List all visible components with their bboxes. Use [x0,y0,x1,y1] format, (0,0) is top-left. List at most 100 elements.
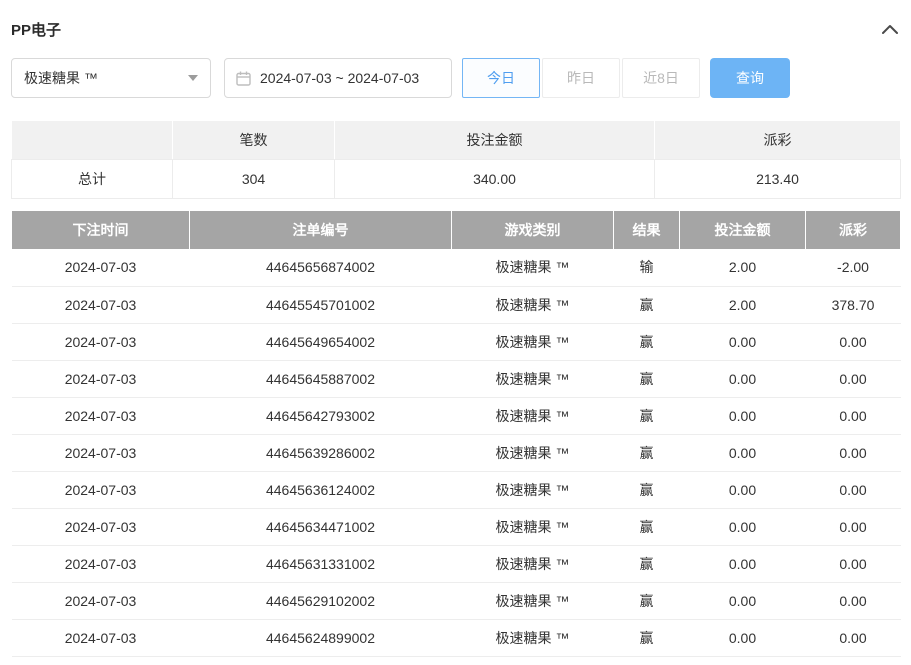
cell-order: 44645545701002 [190,286,452,323]
query-button[interactable]: 查询 [710,58,790,98]
bet-records-table: 下注时间 注单编号 游戏类别 结果 投注金额 派彩 2024-07-03 446… [11,211,901,657]
cell-game: 极速糖果 ™ [452,286,614,323]
cell-game: 极速糖果 ™ [452,323,614,360]
table-row: 2024-07-03 44645545701002 极速糖果 ™ 赢 2.00 … [12,286,901,323]
cell-order: 44645649654002 [190,323,452,360]
cell-game: 极速糖果 ™ [452,397,614,434]
cell-bet: 2.00 [680,286,806,323]
cell-order: 44645642793002 [190,397,452,434]
summary-total-bet: 340.00 [335,160,655,199]
today-button[interactable]: 今日 [462,58,540,98]
chevron-down-icon [188,75,198,81]
cell-payout: 0.00 [806,508,901,545]
cell-result: 赢 [614,286,680,323]
cell-result: 赢 [614,619,680,656]
cell-payout: 0.00 [806,397,901,434]
cell-date: 2024-07-03 [12,434,190,471]
cell-date: 2024-07-03 [12,582,190,619]
col-header-payout: 派彩 [806,211,901,249]
cell-date: 2024-07-03 [12,619,190,656]
table-row: 2024-07-03 44645634471002 极速糖果 ™ 赢 0.00 … [12,508,901,545]
col-header-game-type: 游戏类别 [452,211,614,249]
cell-bet: 2.00 [680,249,806,286]
cell-result: 赢 [614,582,680,619]
cell-game: 极速糖果 ™ [452,249,614,286]
cell-payout: 0.00 [806,323,901,360]
collapse-button[interactable] [880,22,900,36]
cell-order: 44645631331002 [190,545,452,582]
cell-date: 2024-07-03 [12,360,190,397]
summary-header-bet: 投注金额 [335,121,655,160]
cell-order: 44645645887002 [190,360,452,397]
table-row: 2024-07-03 44645624899002 极速糖果 ™ 赢 0.00 … [12,619,901,656]
cell-payout: 378.70 [806,286,901,323]
date-range-picker[interactable]: 2024-07-03 ~ 2024-07-03 [224,58,452,98]
filter-bar: 极速糖果 ™ 2024-07-03 ~ 2024-07-03 今日 昨日 近8日… [11,58,900,98]
cell-result: 赢 [614,360,680,397]
cell-result: 赢 [614,471,680,508]
table-row: 2024-07-03 44645639286002 极速糖果 ™ 赢 0.00 … [12,434,901,471]
cell-payout: 0.00 [806,619,901,656]
col-header-bet-time: 下注时间 [12,211,190,249]
cell-date: 2024-07-03 [12,471,190,508]
summary-total-payout: 213.40 [655,160,901,199]
summary-header-payout: 派彩 [655,121,901,160]
summary-header-count: 笔数 [173,121,335,160]
col-header-order-id: 注单编号 [190,211,452,249]
cell-payout: 0.00 [806,582,901,619]
calendar-icon [236,71,251,86]
cell-game: 极速糖果 ™ [452,471,614,508]
summary-header-blank [12,121,173,160]
cell-date: 2024-07-03 [12,545,190,582]
cell-bet: 0.00 [680,508,806,545]
summary-total-count: 304 [173,160,335,199]
cell-payout: -2.00 [806,249,901,286]
cell-date: 2024-07-03 [12,397,190,434]
summary-header-row: 笔数 投注金额 派彩 [12,121,901,160]
col-header-result: 结果 [614,211,680,249]
table-row: 2024-07-03 44645631331002 极速糖果 ™ 赢 0.00 … [12,545,901,582]
cell-order: 44645656874002 [190,249,452,286]
table-row: 2024-07-03 44645636124002 极速糖果 ™ 赢 0.00 … [12,471,901,508]
table-row: 2024-07-03 44645649654002 极速糖果 ™ 赢 0.00 … [12,323,901,360]
summary-total-label: 总计 [12,160,173,199]
game-select[interactable]: 极速糖果 ™ [11,58,211,98]
cell-bet: 0.00 [680,619,806,656]
cell-result: 输 [614,249,680,286]
page-title: PP电子 [11,19,61,40]
table-row: 2024-07-03 44645645887002 极速糖果 ™ 赢 0.00 … [12,360,901,397]
cell-game: 极速糖果 ™ [452,360,614,397]
cell-result: 赢 [614,323,680,360]
cell-payout: 0.00 [806,545,901,582]
cell-date: 2024-07-03 [12,249,190,286]
table-row: 2024-07-03 44645642793002 极速糖果 ™ 赢 0.00 … [12,397,901,434]
pp-games-panel: PP电子 极速糖果 ™ 2024-07-03 ~ 2024-07-03 今日 昨… [0,0,911,657]
cell-date: 2024-07-03 [12,508,190,545]
cell-bet: 0.00 [680,545,806,582]
cell-date: 2024-07-03 [12,286,190,323]
table-row: 2024-07-03 44645629102002 极速糖果 ™ 赢 0.00 … [12,582,901,619]
cell-payout: 0.00 [806,471,901,508]
yesterday-button[interactable]: 昨日 [542,58,620,98]
cell-order: 44645639286002 [190,434,452,471]
cell-order: 44645634471002 [190,508,452,545]
cell-bet: 0.00 [680,360,806,397]
cell-bet: 0.00 [680,434,806,471]
last8days-button[interactable]: 近8日 [622,58,700,98]
cell-date: 2024-07-03 [12,323,190,360]
cell-game: 极速糖果 ™ [452,545,614,582]
cell-bet: 0.00 [680,323,806,360]
date-range-value: 2024-07-03 ~ 2024-07-03 [260,70,419,86]
summary-table: 笔数 投注金额 派彩 总计 304 340.00 213.40 [11,120,901,199]
cell-payout: 0.00 [806,360,901,397]
cell-result: 赢 [614,545,680,582]
chevron-up-icon [882,24,898,34]
cell-order: 44645629102002 [190,582,452,619]
cell-game: 极速糖果 ™ [452,508,614,545]
cell-game: 极速糖果 ™ [452,619,614,656]
records-header-row: 下注时间 注单编号 游戏类别 结果 投注金额 派彩 [12,211,901,249]
cell-bet: 0.00 [680,582,806,619]
cell-payout: 0.00 [806,434,901,471]
cell-result: 赢 [614,434,680,471]
cell-order: 44645624899002 [190,619,452,656]
